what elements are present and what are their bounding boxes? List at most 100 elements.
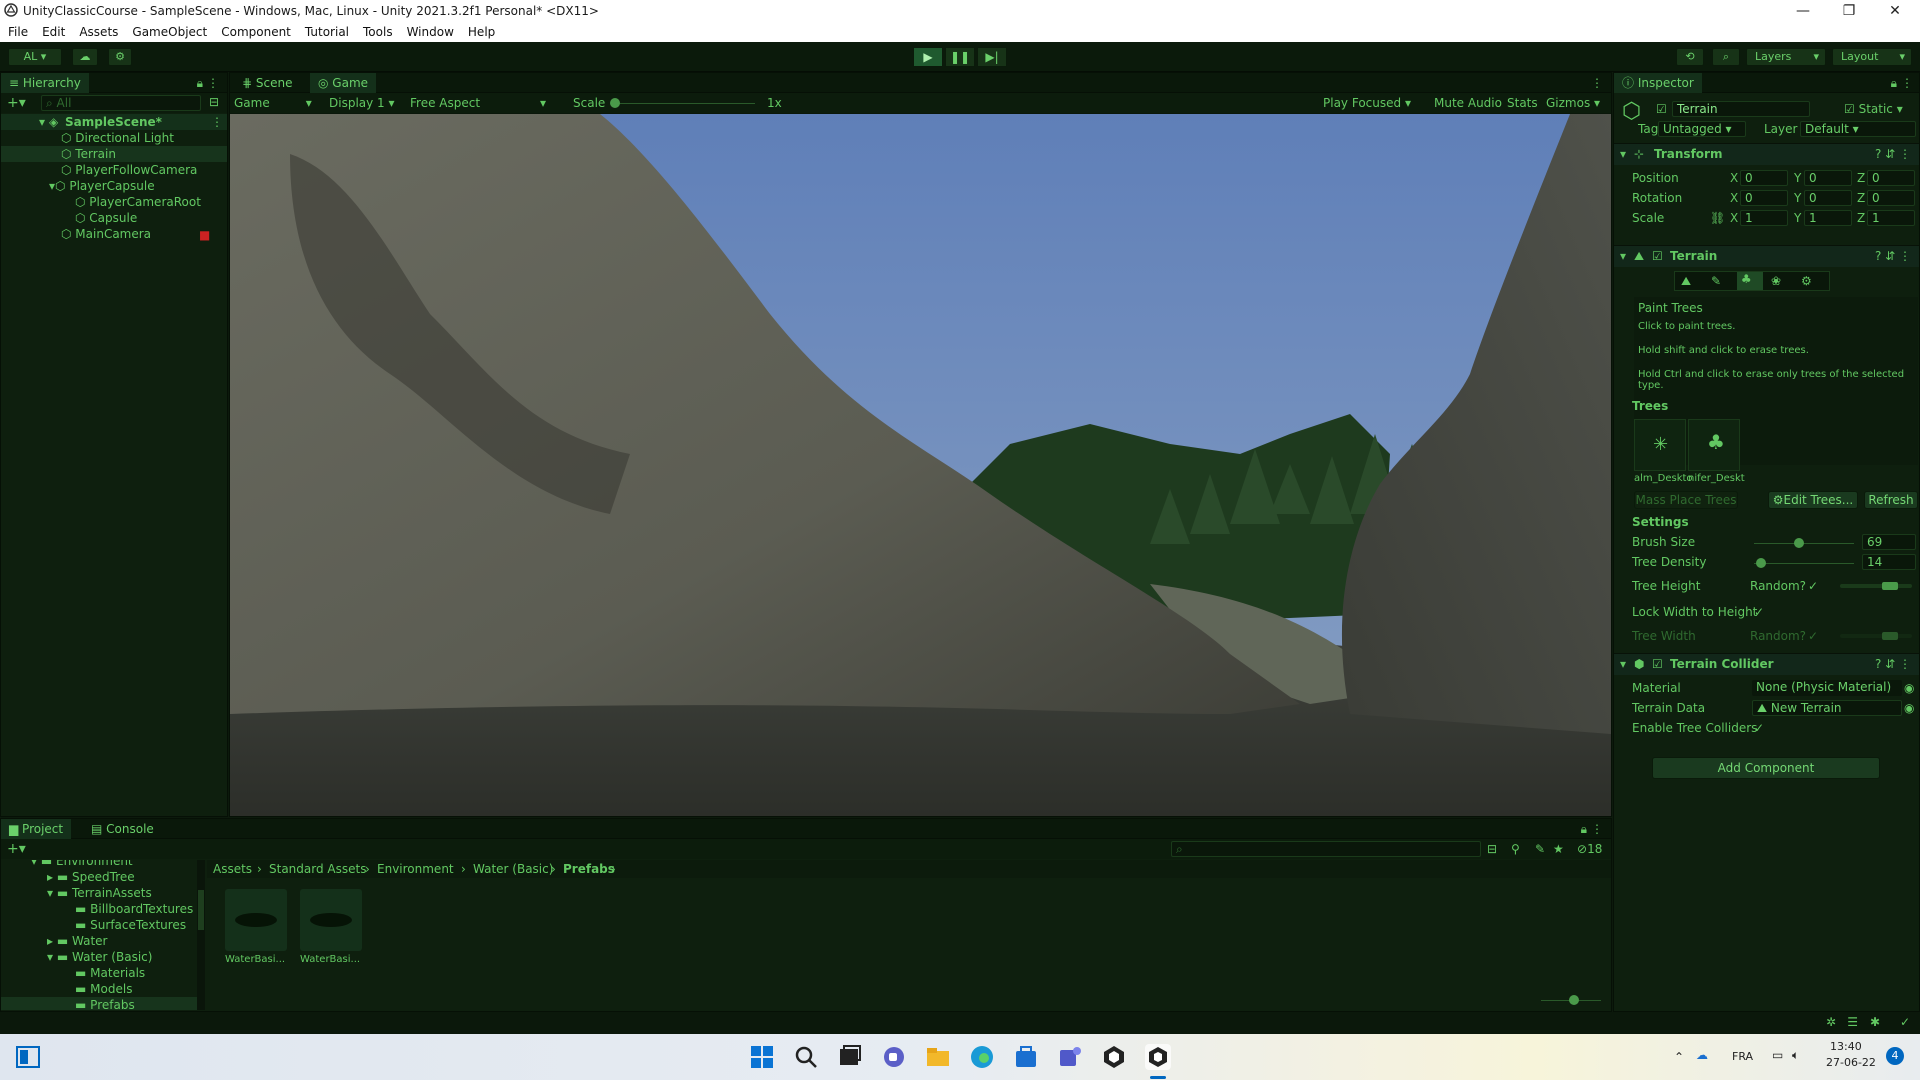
terrain-data-field[interactable]: ⛰ New Terrain bbox=[1752, 700, 1902, 716]
edit-trees-button[interactable]: ⚙Edit Trees... bbox=[1768, 491, 1858, 509]
play-button[interactable]: ▶ bbox=[913, 47, 943, 67]
position-z-field[interactable]: 0 bbox=[1867, 170, 1915, 186]
static-checkbox[interactable]: ☑ Static ▾ bbox=[1844, 102, 1903, 116]
network-icon[interactable]: ▭ bbox=[1772, 1048, 1783, 1062]
file-explorer-icon[interactable] bbox=[924, 1043, 952, 1071]
bug-icon[interactable]: ✱ bbox=[1870, 1015, 1880, 1029]
store-icon[interactable] bbox=[1012, 1043, 1040, 1071]
input-language[interactable]: FRA bbox=[1732, 1050, 1753, 1063]
add-icon[interactable]: +▾ bbox=[7, 841, 26, 857]
scene-row[interactable]: ▾ ◈ SampleScene* ⋮ bbox=[1, 114, 227, 130]
menu-tutorial[interactable]: Tutorial bbox=[297, 22, 355, 39]
folder-item[interactable]: ▾ ▬ TerrainAssets bbox=[47, 886, 152, 900]
folder-item[interactable]: ▬ BillboardTextures bbox=[75, 902, 193, 916]
more-icon[interactable]: ⋮ bbox=[207, 76, 219, 90]
enable-tree-colliders-checkbox[interactable]: ✓ bbox=[1754, 721, 1764, 735]
menu-assets[interactable]: Assets bbox=[71, 22, 124, 39]
game-mode-dropdown[interactable]: Game ▾ bbox=[234, 96, 312, 110]
folder-item[interactable]: ▾ ▬ Water (Basic) bbox=[47, 950, 152, 964]
tree-prototype[interactable]: ✳ bbox=[1634, 419, 1686, 471]
pause-button[interactable]: ❚❚ bbox=[945, 47, 975, 67]
hidden-packages-toggle[interactable]: ⊘18 bbox=[1577, 842, 1602, 856]
terrain-enabled-checkbox[interactable]: ☑ bbox=[1652, 249, 1663, 263]
hierarchy-item[interactable]: ⬡ Terrain bbox=[61, 147, 116, 161]
scale-slider-handle[interactable] bbox=[610, 98, 620, 108]
refresh-button[interactable]: Refresh bbox=[1864, 491, 1918, 509]
scale-x-field[interactable]: 1 bbox=[1740, 210, 1788, 226]
widgets-icon[interactable] bbox=[16, 1046, 40, 1068]
menu-gameobject[interactable]: GameObject bbox=[124, 22, 213, 39]
volume-icon[interactable]: 🔈︎ bbox=[1792, 1048, 1799, 1063]
menu-window[interactable]: Window bbox=[399, 22, 460, 39]
scrollbar-thumb[interactable] bbox=[198, 890, 204, 930]
tab-inspector[interactable]: ⓘ Inspector bbox=[1614, 73, 1702, 93]
menu-file[interactable]: File bbox=[0, 22, 34, 39]
breadcrumb-item[interactable]: Standard Assets bbox=[269, 862, 366, 876]
teams-icon[interactable] bbox=[1056, 1043, 1084, 1071]
terrain-header[interactable]: ▾ ⛰ ☑ Terrain ? ⇵ ⋮ bbox=[1614, 245, 1919, 267]
tree-width-random-checkbox[interactable]: ✓ bbox=[1808, 629, 1818, 643]
rotation-y-field[interactable]: 0 bbox=[1804, 190, 1852, 206]
terrain-collider-header[interactable]: ▾ ⬢ ☑ Terrain Collider ? ⇵ ⋮ bbox=[1614, 653, 1919, 675]
scale-y-field[interactable]: 1 bbox=[1804, 210, 1852, 226]
filter-icon[interactable]: ⊟ bbox=[209, 95, 219, 109]
folder-item[interactable]: ▬ Models bbox=[75, 982, 132, 996]
play-focused-dropdown[interactable]: Play Focused ▾ bbox=[1323, 96, 1411, 110]
lock-icon[interactable]: 🔒︎ bbox=[197, 76, 203, 91]
more-icon[interactable]: ⋮ bbox=[1591, 76, 1603, 90]
tree-width-range-handle[interactable] bbox=[1882, 632, 1898, 640]
more-icon[interactable]: ⋮ bbox=[1901, 76, 1913, 90]
position-y-field[interactable]: 0 bbox=[1804, 170, 1852, 186]
menu-tools[interactable]: Tools bbox=[355, 22, 399, 39]
gizmos-dropdown[interactable]: Gizmos ▾ bbox=[1546, 96, 1600, 110]
onedrive-icon[interactable]: ☁ bbox=[1696, 1048, 1708, 1062]
component-menu-icon[interactable]: ? ⇵ ⋮ bbox=[1875, 657, 1911, 671]
hierarchy-item[interactable]: ⬡ PlayerCameraRoot bbox=[75, 195, 201, 209]
aspect-dropdown[interactable]: Free Aspect ▾ bbox=[410, 96, 546, 110]
material-field[interactable]: None (Physic Material) bbox=[1752, 680, 1902, 696]
cloud-icon[interactable]: ☁ bbox=[72, 48, 98, 66]
clock-time[interactable]: 13:40 bbox=[1830, 1040, 1862, 1053]
search-icon[interactable]: ⌕ bbox=[1712, 48, 1740, 66]
history-icon[interactable]: ⟲ bbox=[1676, 48, 1704, 66]
tree-height-random-checkbox[interactable]: ✓ bbox=[1808, 579, 1818, 593]
hierarchy-item[interactable]: ⬡ PlayerFollowCamera bbox=[61, 163, 197, 177]
tab-project[interactable]: ▆ Project bbox=[1, 819, 72, 839]
layer-dropdown[interactable]: Default ▾ bbox=[1800, 121, 1916, 137]
mass-place-trees-button[interactable]: Mass Place Trees bbox=[1634, 491, 1738, 509]
scene-more-icon[interactable]: ⋮ bbox=[211, 115, 223, 129]
folder-item[interactable]: ▬ Prefabs bbox=[75, 998, 135, 1010]
lock-icon[interactable]: 🔒︎ bbox=[1581, 822, 1587, 837]
clock-date[interactable]: 27-06-22 bbox=[1826, 1056, 1876, 1069]
breadcrumb-item[interactable]: Prefabs bbox=[563, 862, 615, 876]
active-checkbox[interactable]: ☑ bbox=[1656, 102, 1667, 116]
object-name-field[interactable]: Terrain bbox=[1672, 101, 1810, 117]
account-dropdown[interactable]: AL ▾ bbox=[8, 48, 62, 66]
add-icon[interactable]: +▾ bbox=[7, 95, 26, 111]
scale-z-field[interactable]: 1 bbox=[1867, 210, 1915, 226]
scrollbar[interactable] bbox=[197, 860, 205, 1010]
check-icon[interactable]: ✓ bbox=[1900, 1015, 1910, 1029]
tab-console[interactable]: ▤ Console bbox=[83, 819, 162, 839]
menu-help[interactable]: Help bbox=[460, 22, 501, 39]
settings-icon[interactable]: ⚙ bbox=[1801, 274, 1812, 288]
tree-height-range-slider[interactable] bbox=[1840, 582, 1912, 590]
tree-density-handle[interactable] bbox=[1756, 558, 1766, 568]
search-by-label-icon[interactable]: ⚲ bbox=[1511, 842, 1520, 856]
tag-dropdown[interactable]: Untagged ▾ bbox=[1658, 121, 1746, 137]
icon-size-handle[interactable] bbox=[1569, 995, 1579, 1005]
expand-icon[interactable]: ▾ bbox=[1620, 657, 1626, 671]
object-picker-icon[interactable]: ◉ bbox=[1904, 681, 1914, 695]
unity-editor-icon[interactable] bbox=[1144, 1043, 1172, 1071]
breadcrumb-item[interactable]: Water (Basic) bbox=[473, 862, 553, 876]
unity-hub-icon[interactable] bbox=[1100, 1043, 1128, 1071]
game-viewport[interactable] bbox=[230, 114, 1611, 816]
tree-width-range-slider[interactable] bbox=[1840, 632, 1912, 640]
lock-icon[interactable]: 🔒︎ bbox=[1891, 76, 1897, 91]
paint-details-icon[interactable]: ❀ bbox=[1771, 274, 1781, 288]
tree-density-slider[interactable] bbox=[1754, 563, 1854, 564]
rotation-z-field[interactable]: 0 bbox=[1867, 190, 1915, 206]
mute-audio-toggle[interactable]: Mute Audio bbox=[1434, 96, 1502, 110]
raise-terrain-icon[interactable]: ⛰ bbox=[1681, 274, 1691, 289]
lighting-icon[interactable]: ✲ bbox=[1826, 1015, 1836, 1029]
